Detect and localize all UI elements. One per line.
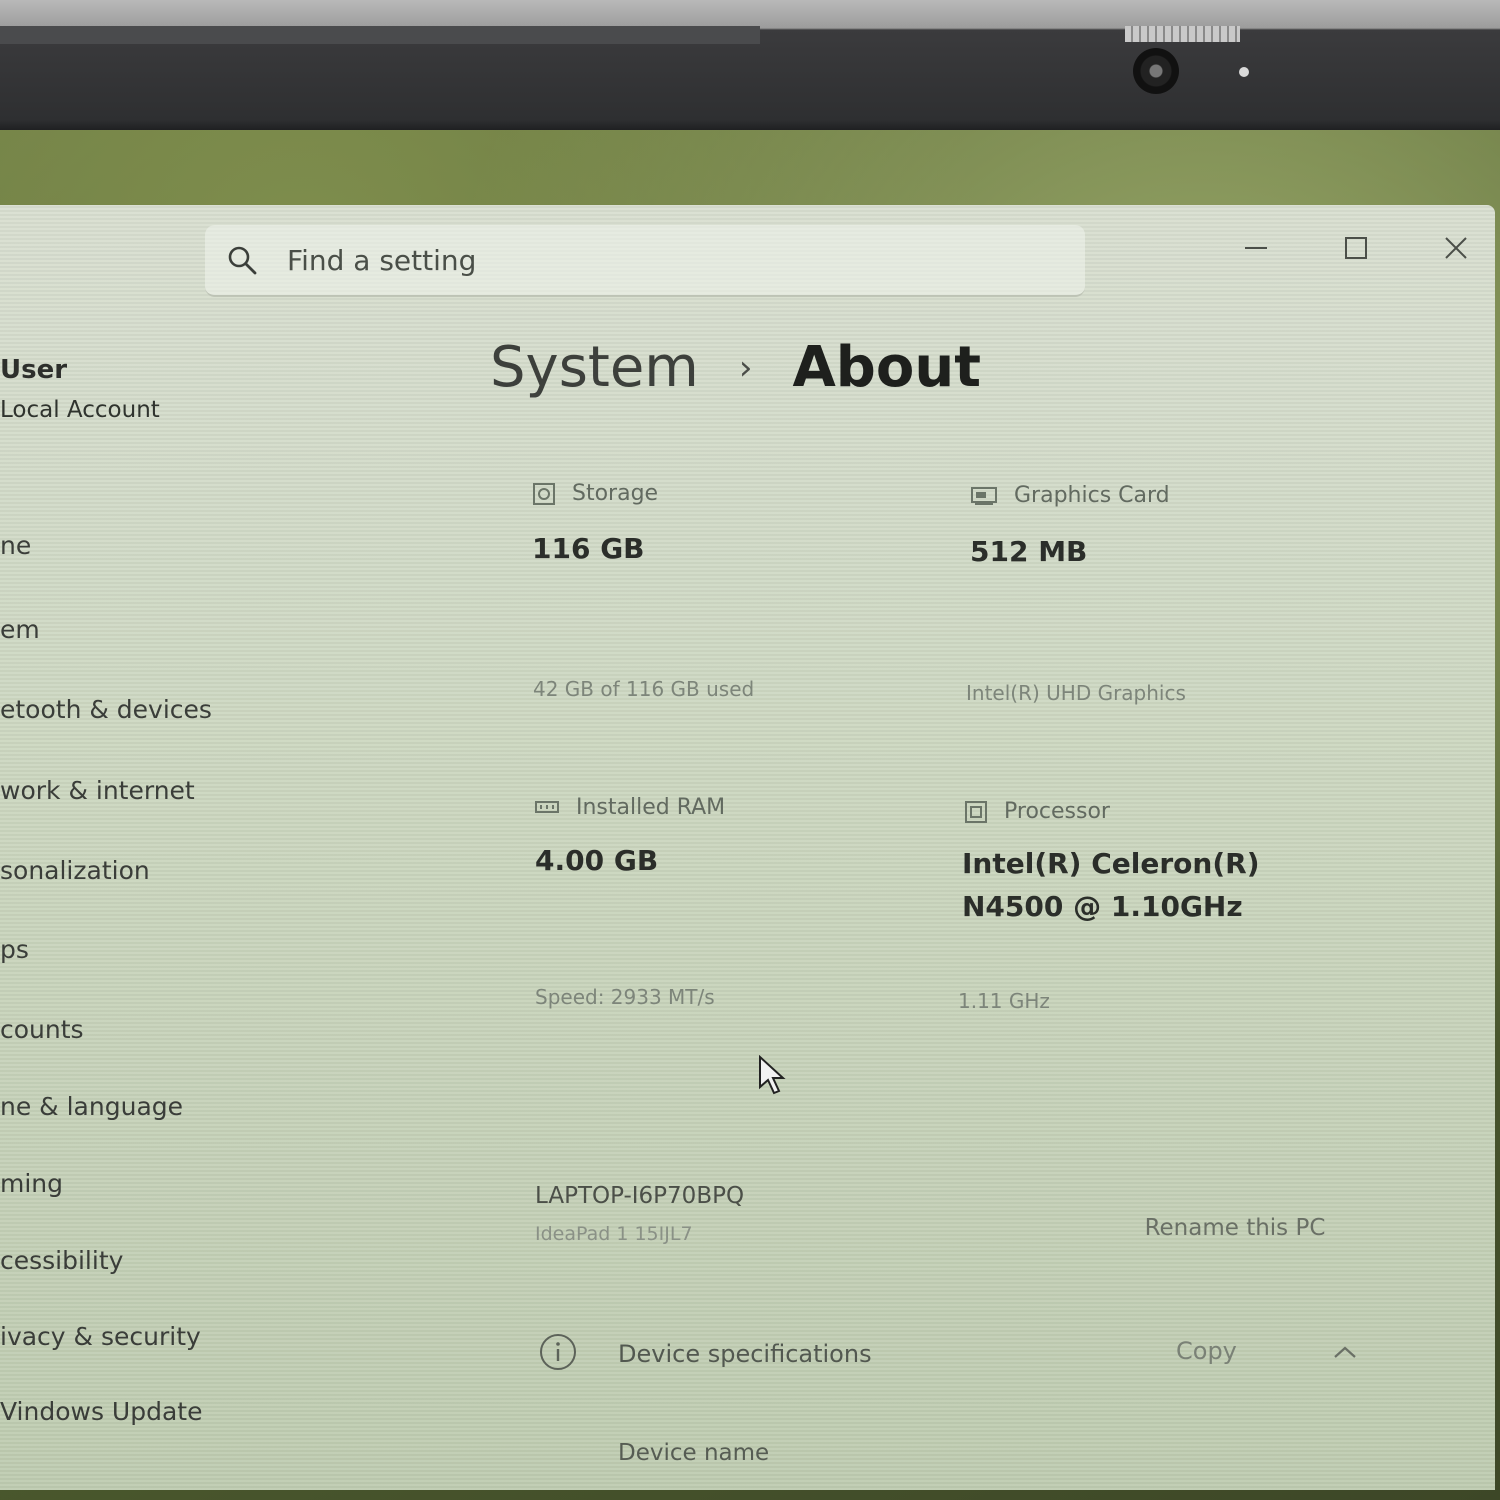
sidebar-item-home[interactable]: ne [0, 531, 31, 560]
minimize-button[interactable] [1226, 223, 1286, 273]
breadcrumb: System › About [490, 335, 981, 400]
chevron-up-icon[interactable] [1332, 1344, 1358, 1360]
sidebar-item-windows-update[interactable]: Vindows Update [0, 1397, 202, 1426]
breadcrumb-system[interactable]: System [490, 335, 699, 400]
processor-label: Processor [964, 799, 1110, 824]
graphics-label: Graphics Card [970, 483, 1170, 508]
processor-value: Intel(R) Celeron(R) N4500 @ 1.10GHz [962, 842, 1260, 929]
maximize-icon [1345, 237, 1367, 259]
cursor-icon [759, 1055, 786, 1095]
pc-model: IdeaPad 1 15IJL7 [535, 1223, 693, 1245]
device-specifications-row[interactable]: Device specifications Copy [520, 1320, 1400, 1390]
account-name: User [0, 355, 68, 385]
copy-button[interactable]: Copy [1170, 1336, 1243, 1366]
processor-value-line2: N4500 @ 1.10GHz [962, 890, 1243, 924]
processor-value-line1: Intel(R) Celeron(R) [962, 847, 1260, 880]
ram-icon [535, 800, 559, 813]
device-specifications-title: Device specifications [618, 1340, 872, 1368]
storage-label: Storage [532, 481, 658, 506]
graphics-value: 512 MB [970, 535, 1088, 568]
processor-icon [965, 800, 987, 823]
storage-icon [533, 482, 555, 505]
sidebar-item-accessibility[interactable]: cessibility [0, 1246, 123, 1275]
breadcrumb-chevron-icon: › [738, 347, 753, 388]
maximize-button[interactable] [1326, 223, 1386, 273]
storage-value: 116 GB [532, 532, 645, 565]
sidebar-item-time-language[interactable]: ne & language [0, 1092, 183, 1121]
camera-led [1239, 67, 1249, 77]
sidebar-item-network-internet[interactable]: work & internet [0, 776, 195, 805]
graphics-detail: Intel(R) UHD Graphics [966, 681, 1186, 705]
sidebar-item-accounts[interactable]: counts [0, 1015, 84, 1044]
laptop-bezel [0, 0, 1500, 130]
page-title: About [792, 335, 981, 400]
sidebar-item-personalization[interactable]: sonalization [0, 856, 150, 885]
graphics-card-icon [971, 486, 997, 505]
webcam [1133, 48, 1179, 94]
search-icon [228, 246, 257, 275]
sidebar-item-system[interactable]: em [0, 615, 40, 644]
storage-detail: 42 GB of 116 GB used [533, 677, 755, 701]
ram-detail: Speed: 2933 MT/s [535, 985, 715, 1009]
graphics-label-text: Graphics Card [1014, 483, 1170, 508]
search-input[interactable] [285, 242, 1009, 278]
close-button[interactable] [1426, 223, 1486, 273]
info-icon [540, 1334, 576, 1370]
minimize-icon [1245, 247, 1267, 249]
ram-label: Installed RAM [534, 795, 725, 820]
sidebar-item-privacy-security[interactable]: ivacy & security [0, 1322, 201, 1351]
ram-value: 4.00 GB [535, 844, 659, 877]
device-name-label: Device name [618, 1440, 770, 1466]
close-icon [1445, 237, 1467, 259]
processor-detail: 1.11 GHz [958, 989, 1050, 1013]
sidebar-item-gaming[interactable]: ming [0, 1169, 63, 1198]
rename-pc-button[interactable]: Rename this PC [1120, 1205, 1350, 1251]
sidebar-item-apps[interactable]: ps [0, 935, 29, 964]
settings-window: User Local Account ne em etooth & device… [0, 205, 1495, 1490]
search-box[interactable] [205, 225, 1085, 297]
camera-shutter [1125, 26, 1240, 42]
pc-name: LAPTOP-I6P70BPQ [535, 1183, 745, 1209]
storage-label-text: Storage [572, 481, 659, 506]
account-type: Local Account [0, 397, 160, 423]
sidebar-item-bluetooth-devices[interactable]: etooth & devices [0, 695, 212, 724]
processor-label-text: Processor [1004, 799, 1110, 824]
ram-label-text: Installed RAM [576, 795, 726, 820]
